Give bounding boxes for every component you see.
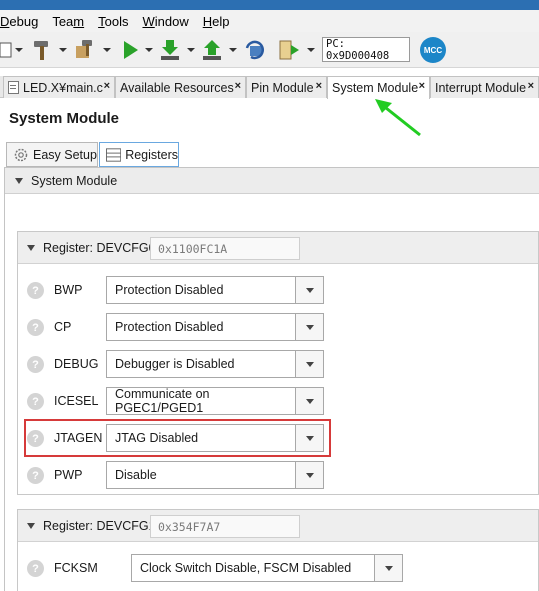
read-dropdown-icon[interactable] (229, 48, 237, 52)
page-title: System Module (9, 110, 120, 127)
tab-main-c[interactable]: LED.X¥main.c × (3, 76, 115, 98)
bwp-select[interactable]: Protection Disabled (106, 276, 296, 304)
setting-label: ICESEL (54, 394, 99, 408)
toolbar (0, 32, 539, 68)
step-icon[interactable] (276, 38, 302, 62)
dropdown-arrow-icon[interactable] (296, 461, 324, 489)
close-icon[interactable]: × (235, 80, 241, 92)
cp-select[interactable]: Protection Disabled (106, 313, 296, 341)
register-value-field: 0x354F7A7 (150, 515, 300, 538)
dropdown-arrow-icon[interactable] (296, 350, 324, 378)
close-icon[interactable]: × (528, 80, 534, 92)
help-icon[interactable]: ? (27, 467, 44, 484)
menu-bar: Debug Team Tools Window Help (0, 10, 539, 32)
setting-row-debug: ? DEBUG Debugger is Disabled (18, 350, 538, 378)
menu-tools[interactable]: Tools (91, 14, 135, 29)
setting-row-icesel: ? ICESEL Communicate on PGEC1/PGED1 (18, 387, 538, 415)
tab-registers[interactable]: Registers (99, 142, 179, 167)
tab-interrupt-module[interactable]: Interrupt Module × (430, 76, 539, 98)
help-icon[interactable]: ? (27, 560, 44, 577)
mcc-icon[interactable]: MCC (420, 37, 446, 63)
setting-row-pwp: ? PWP Disable (18, 461, 538, 489)
close-icon[interactable]: × (419, 80, 425, 92)
menu-debug[interactable]: Debug (0, 14, 45, 29)
program-counter-display: PC: 0x9D000408 (322, 37, 410, 62)
subtab-label: Easy Setup (33, 147, 97, 162)
help-icon[interactable]: ? (27, 282, 44, 299)
help-icon[interactable]: ? (27, 319, 44, 336)
setting-label: PWP (54, 468, 83, 482)
dropdown-arrow-icon[interactable] (296, 276, 324, 304)
setting-row-bwp: ? BWP Protection Disabled (18, 276, 538, 304)
debug-select[interactable]: Debugger is Disabled (106, 350, 296, 378)
program-dropdown-icon[interactable] (187, 48, 195, 52)
setting-row-cp: ? CP Protection Disabled (18, 313, 538, 341)
menu-help[interactable]: Help (196, 14, 237, 29)
dropdown-arrow-icon[interactable] (296, 387, 324, 415)
gear-icon (14, 148, 28, 161)
build-dropdown-icon[interactable] (59, 48, 67, 52)
tab-easy-setup[interactable]: Easy Setup (6, 142, 98, 167)
pwp-select[interactable]: Disable (106, 461, 296, 489)
close-icon[interactable]: × (316, 80, 322, 92)
new-file-icon[interactable] (0, 38, 12, 62)
step-dropdown-icon[interactable] (307, 48, 315, 52)
window-title-bar (0, 0, 539, 10)
reset-icon[interactable] (242, 38, 268, 62)
c-file-icon (8, 81, 19, 94)
register-header[interactable]: Register: DEVCFG0 0x1100FC1A (18, 232, 538, 264)
editor-tab-bar: LED.X¥main.c × Available Resources × Pin… (0, 76, 539, 99)
jtagen-highlight-box (24, 419, 331, 457)
collapse-triangle-icon[interactable] (27, 522, 35, 529)
fcksm-select[interactable]: Clock Switch Disable, FSCM Disabled (131, 554, 375, 582)
clean-dropdown-icon[interactable] (103, 48, 111, 52)
run-dropdown-icon[interactable] (145, 48, 153, 52)
help-icon[interactable]: ? (27, 356, 44, 373)
tab-label: Pin Module (251, 80, 314, 95)
setting-label: DEBUG (54, 357, 99, 371)
system-module-section-header[interactable]: System Module (5, 168, 539, 194)
program-device-icon[interactable] (157, 38, 183, 62)
setting-row-fcksm: ? FCKSM Clock Switch Disable, FSCM Disab… (18, 554, 538, 582)
build-hammer-icon[interactable] (29, 38, 55, 62)
register-panel-devcfg1: Register: DEVCFG1 0x354F7A7 ? FCKSM Cloc… (17, 509, 539, 591)
setting-label: BWP (54, 283, 83, 297)
setting-label: FCKSM (54, 561, 98, 575)
menu-window[interactable]: Window (135, 14, 195, 29)
tab-available-resources[interactable]: Available Resources × (115, 76, 246, 98)
menu-team[interactable]: Team (45, 14, 91, 29)
help-icon[interactable]: ? (27, 393, 44, 410)
register-header[interactable]: Register: DEVCFG1 0x354F7A7 (18, 510, 538, 542)
tab-label: System Module (332, 81, 419, 95)
dropdown-arrow-icon[interactable] (296, 313, 324, 341)
register-label: Register: DEVCFG0 (43, 240, 156, 255)
tab-label: Interrupt Module (435, 80, 527, 95)
tab-pin-module[interactable]: Pin Module × (246, 76, 327, 98)
setting-label: CP (54, 320, 72, 334)
tab-system-module[interactable]: System Module × (327, 76, 430, 99)
section-label: System Module (31, 173, 118, 188)
close-icon[interactable]: × (104, 80, 110, 92)
tab-label: Available Resources (120, 80, 234, 95)
annotation-arrow-icon (375, 99, 421, 137)
icesel-select[interactable]: Communicate on PGEC1/PGED1 (106, 387, 296, 415)
registers-table-icon (106, 147, 122, 162)
tab-label: LED.X¥main.c (23, 80, 103, 95)
subtab-label: Registers (125, 147, 178, 162)
register-label: Register: DEVCFG1 (43, 518, 156, 533)
read-device-icon[interactable] (199, 38, 225, 62)
collapse-triangle-icon[interactable] (15, 177, 23, 184)
run-icon[interactable] (118, 38, 142, 62)
clean-build-icon[interactable] (72, 38, 98, 62)
collapse-triangle-icon[interactable] (27, 244, 35, 251)
new-file-dropdown-icon[interactable] (15, 48, 23, 52)
register-value-field: 0x1100FC1A (150, 237, 300, 260)
dropdown-arrow-icon[interactable] (375, 554, 403, 582)
